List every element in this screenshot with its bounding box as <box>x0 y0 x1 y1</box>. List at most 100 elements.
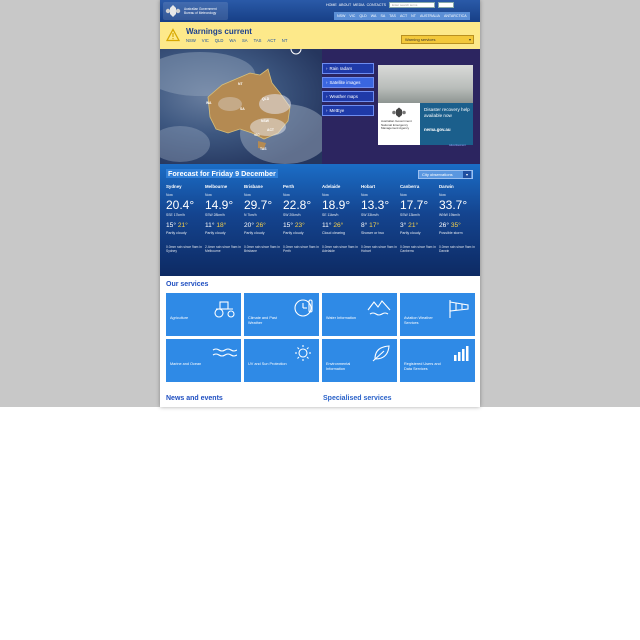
hero-section: NT QLD WA SA NSW VIC ACT TAS › Rain radar… <box>160 49 480 164</box>
city-rainfall: 0.0mm rain since 9am in Sydney <box>166 245 202 254</box>
city-forecasts: Sydney Now 20.4° SSE 17km/h 15° 21° Part… <box>166 184 476 253</box>
chevron-right-icon: › <box>326 94 328 99</box>
state-link-antarctica[interactable]: ANTARCTICA <box>444 14 467 18</box>
city-observations-value: City observations <box>422 172 453 177</box>
top-link-home[interactable]: HOME <box>326 3 337 7</box>
disaster-recovery-ad[interactable]: Australian Government National Emergency… <box>378 65 473 145</box>
warning-link-sa[interactable]: SA <box>242 38 248 43</box>
satellite-map[interactable]: NT QLD WA SA NSW VIC ACT TAS <box>160 49 322 164</box>
city-max-temp: 21° <box>408 222 419 229</box>
state-link-nt[interactable]: NT <box>411 14 416 18</box>
state-link-wa[interactable]: WA <box>371 14 377 18</box>
service-climate[interactable]: Climate and Past Weather <box>244 293 319 336</box>
warnings-panel: Warnings current NSW VIC QLD WA SA TAS A… <box>160 22 480 49</box>
service-label: Marine and Ocean <box>170 362 202 366</box>
top-link-contacts[interactable]: CONTACTS <box>367 3 387 7</box>
service-registered-users[interactable]: Registered Users and Data Services <box>400 339 475 382</box>
bom-homepage: Australian Government Bureau of Meteorol… <box>160 0 480 407</box>
city-max-temp: 26° <box>255 222 266 229</box>
chevron-down-icon: ▾ <box>468 37 471 42</box>
city-forecast-canberra[interactable]: Canberra Now 17.7° SSW 13km/h 3° 21° Par… <box>400 184 439 253</box>
state-link-vic[interactable]: VIC <box>349 14 355 18</box>
chevron-right-icon: › <box>326 66 328 71</box>
city-forecast-hobart[interactable]: Hobart Now 13.3° SW 33km/h 8° 17° Shower… <box>361 184 400 253</box>
state-link-tas[interactable]: TAS <box>389 14 396 18</box>
service-label: Environmental Information <box>326 362 351 371</box>
city-wind: SE 11km/h <box>322 213 339 217</box>
service-agriculture[interactable]: Agriculture <box>166 293 241 336</box>
city-forecast-perth[interactable]: Perth Now 22.8° SW 20km/h 15° 23° Partly… <box>283 184 322 253</box>
city-name: Darwin <box>439 184 454 189</box>
city-forecast-darwin[interactable]: Darwin Now 33.7° WNW 19km/h 26° 35° Poss… <box>439 184 478 253</box>
rain-radars-link[interactable]: › Rain radars <box>322 63 374 74</box>
state-link-act[interactable]: ACT <box>400 14 407 18</box>
warning-link-wa[interactable]: WA <box>229 38 236 43</box>
city-min-temp: 3° <box>400 222 407 229</box>
city-now-label: Now <box>283 193 290 197</box>
city-wind: SSE 17km/h <box>166 213 185 217</box>
warning-link-nt[interactable]: NT <box>282 38 288 43</box>
city-condition: Possible storm <box>439 231 463 235</box>
city-name: Adelaide <box>322 184 341 189</box>
forecast-panel: Forecast for Friday 9 December City obse… <box>160 164 480 276</box>
state-link-sa[interactable]: SA <box>380 14 385 18</box>
city-name: Hobart <box>361 184 376 189</box>
warning-link-nsw[interactable]: NSW <box>186 38 196 43</box>
warning-link-vic[interactable]: VIC <box>202 38 209 43</box>
city-observations-select[interactable]: City observations ▾ <box>418 170 473 179</box>
warnings-title[interactable]: Warnings current <box>186 27 252 36</box>
top-link-about[interactable]: ABOUT <box>339 3 351 7</box>
warning-link-act[interactable]: ACT <box>267 38 275 43</box>
satellite-images-link[interactable]: › Satellite images <box>322 77 374 88</box>
service-environmental[interactable]: Environmental Information <box>322 339 397 382</box>
warning-services-select[interactable]: Warning services ▾ <box>401 35 474 44</box>
map-label-act: ACT <box>267 128 274 132</box>
service-uv[interactable]: UV and Sun Protection <box>244 339 319 382</box>
city-name: Canberra <box>400 184 420 189</box>
state-link-qld[interactable]: QLD <box>359 14 366 18</box>
city-current-temp: 20.4° <box>166 198 195 212</box>
map-label-sa: SA <box>240 107 245 111</box>
state-link-nsw[interactable]: NSW <box>337 14 345 18</box>
city-max-temp: 26° <box>333 222 344 229</box>
service-label: Registered Users and Data Services <box>404 362 441 371</box>
meteye-link[interactable]: › MetEye <box>322 105 374 116</box>
search-input[interactable]: Enter search terms <box>389 2 435 8</box>
site-header: Australian Government Bureau of Meteorol… <box>160 0 480 22</box>
weather-maps-link[interactable]: › Weather maps <box>322 91 374 102</box>
city-now-label: Now <box>400 193 407 197</box>
city-rainfall: 0.0mm rain since 9am in Hobart <box>361 245 397 254</box>
warning-link-tas[interactable]: TAS <box>254 38 262 43</box>
tractor-icon <box>214 301 235 318</box>
map-label-qld: QLD <box>262 97 270 101</box>
city-wind: WNW 19km/h <box>439 213 460 217</box>
chevron-down-icon: ▾ <box>463 171 471 178</box>
warnings-state-links: NSW VIC QLD WA SA TAS ACT NT <box>186 38 287 43</box>
city-condition: Partly cloudy <box>400 231 421 235</box>
top-links: HOME ABOUT MEDIA CONTACTS <box>326 3 386 7</box>
news-and-events-title[interactable]: News and events <box>166 395 223 402</box>
map-links: › Rain radars › Satellite images › Weather … <box>322 63 374 119</box>
city-forecast-brisbane[interactable]: Brisbane Now 29.7° N 7km/h 20° 26° Partl… <box>244 184 283 253</box>
nema-logo: Australian Government National Emergency… <box>378 103 420 145</box>
map-label-nt: NT <box>238 82 243 86</box>
service-water[interactable]: Water Information <box>322 293 397 336</box>
service-marine[interactable]: Marine and Ocean <box>166 339 241 382</box>
service-label: Water Information <box>326 316 357 320</box>
city-forecast-adelaide[interactable]: Adelaide Now 18.9° SE 11km/h 11° 26° Clo… <box>322 184 361 253</box>
city-min-temp: 26° <box>439 222 449 229</box>
specialised-services-title[interactable]: Specialised services <box>323 395 392 402</box>
state-link-australia[interactable]: AUSTRALIA <box>420 14 440 18</box>
ad-attribution: Advertisement <box>449 144 466 147</box>
city-forecast-sydney[interactable]: Sydney Now 20.4° SSE 17km/h 15° 21° Part… <box>166 184 205 253</box>
thermometer-clock-icon <box>294 299 313 317</box>
top-link-media[interactable]: MEDIA <box>353 3 364 7</box>
flood-photo <box>378 65 473 103</box>
search-button[interactable] <box>438 2 454 8</box>
bom-logo[interactable]: Australian Government Bureau of Meteorol… <box>163 2 228 20</box>
chevron-right-icon: › <box>326 80 328 85</box>
warning-link-qld[interactable]: QLD <box>215 38 224 43</box>
service-aviation[interactable]: Aviation Weather Services <box>400 293 475 336</box>
city-max-temp: 18° <box>216 222 227 229</box>
city-forecast-melbourne[interactable]: Melbourne Now 14.9° SSW 28km/h 11° 18° P… <box>205 184 244 253</box>
